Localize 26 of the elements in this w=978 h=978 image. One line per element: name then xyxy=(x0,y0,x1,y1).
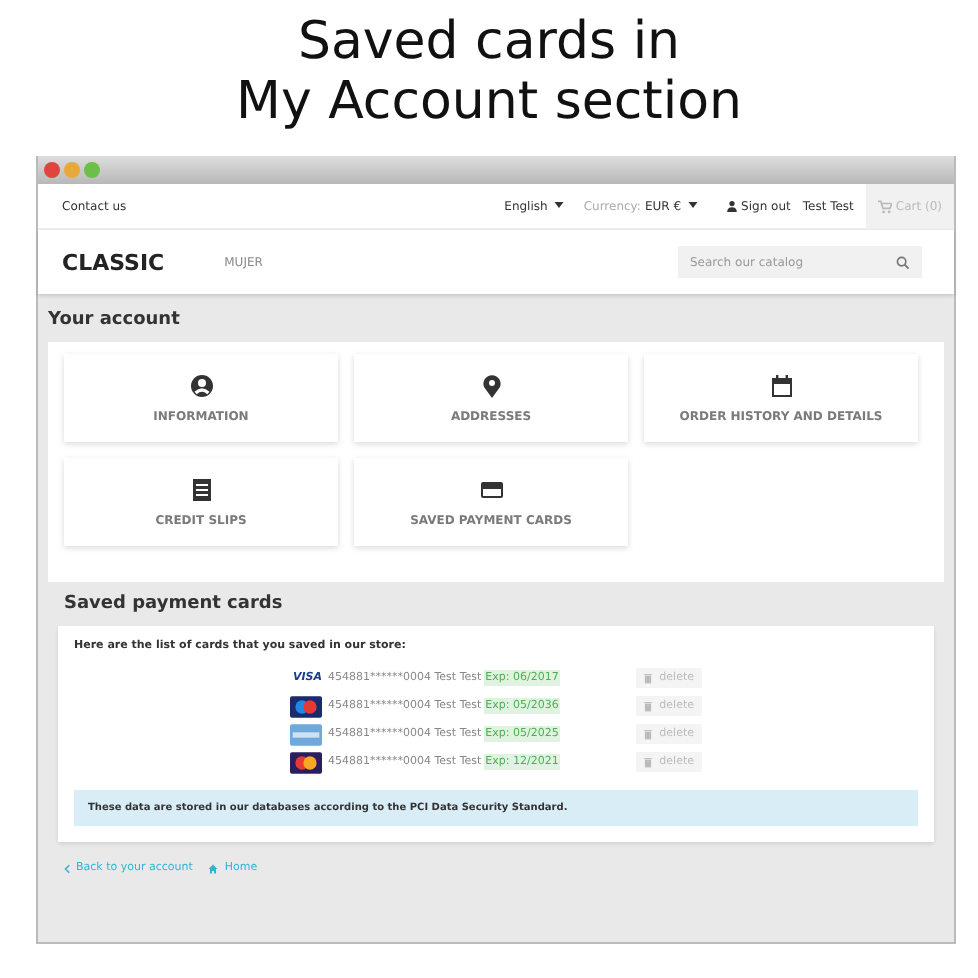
card-brand-logo xyxy=(290,695,322,717)
map-pin-icon xyxy=(479,373,503,397)
list-icon xyxy=(189,477,213,501)
store-logo[interactable]: CLASSIC xyxy=(62,249,165,275)
section-title: Your account xyxy=(48,310,182,330)
trash-icon xyxy=(643,701,652,711)
trash-icon xyxy=(643,673,652,683)
caption-title: My Account section xyxy=(234,72,744,132)
cart-icon xyxy=(877,199,892,213)
home-icon xyxy=(208,863,219,873)
caret-icon xyxy=(553,202,564,209)
card-brand-logo xyxy=(290,751,322,773)
caret-icon xyxy=(687,202,698,209)
close-icon[interactable] xyxy=(44,162,60,178)
maximize-icon[interactable] xyxy=(84,162,100,178)
trash-icon xyxy=(643,757,652,767)
trash-icon xyxy=(643,729,652,739)
calendar-icon xyxy=(769,373,793,397)
caption-title: Saved cards in xyxy=(295,12,683,72)
credit-card-icon xyxy=(479,477,503,501)
search-icon[interactable] xyxy=(896,255,910,269)
section-title: Saved payment cards xyxy=(64,594,285,614)
card-brand-logo xyxy=(290,723,322,745)
chevron-icon xyxy=(64,863,70,873)
user-icon xyxy=(189,373,213,397)
user-icon xyxy=(725,200,738,212)
